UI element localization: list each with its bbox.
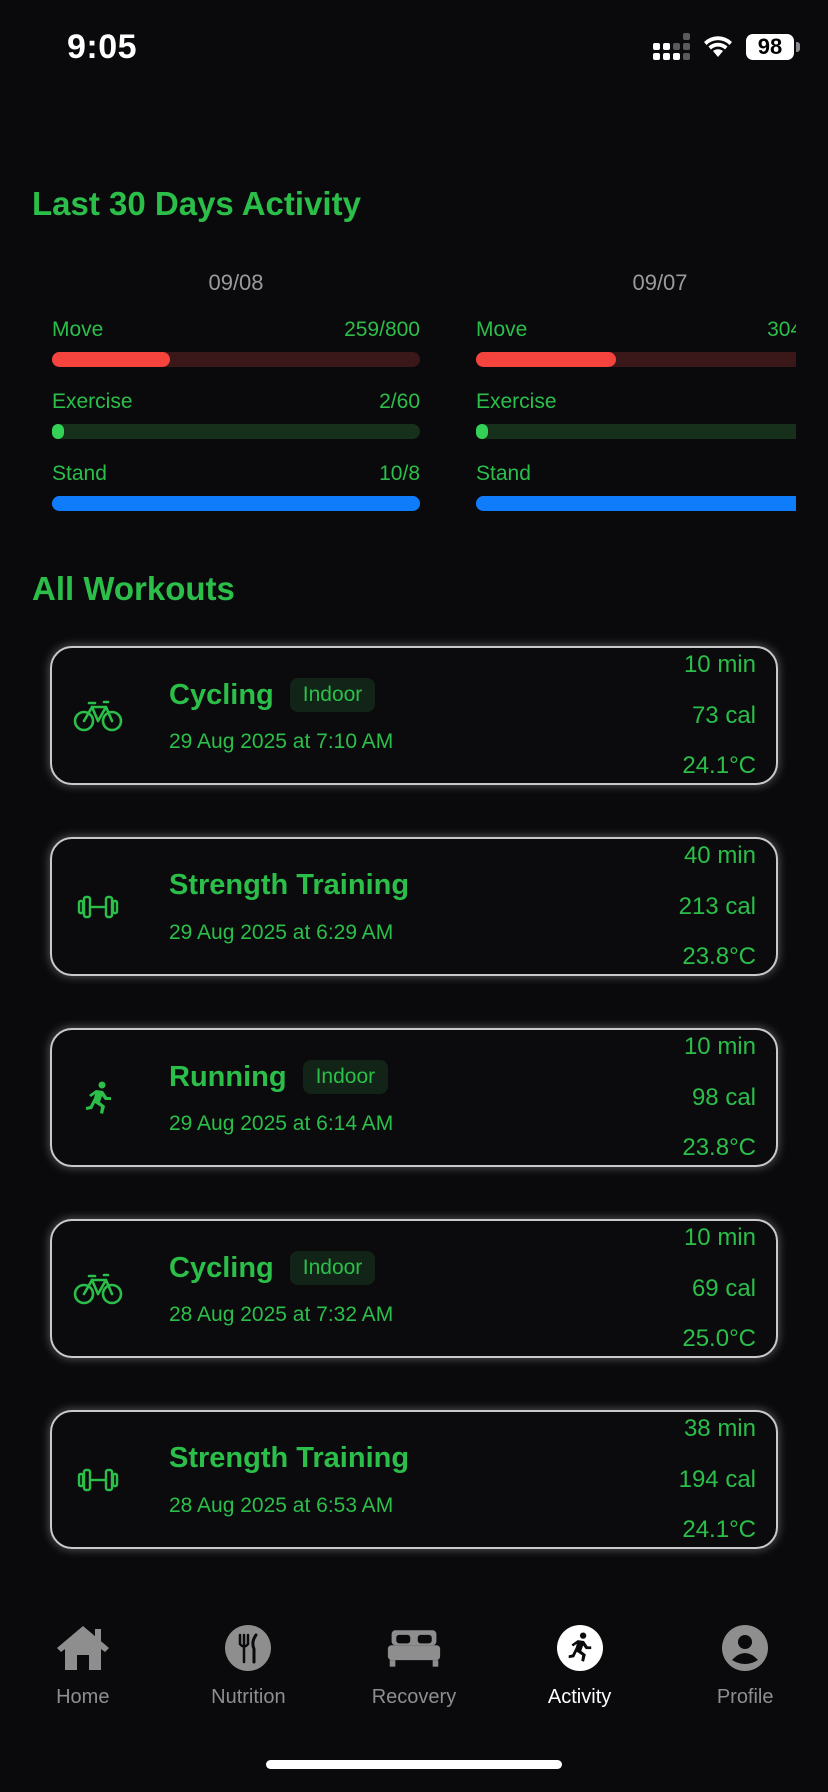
bicycle-icon [72,692,124,740]
workout-duration: 10 min [683,1224,756,1251]
bicycle-icon [72,1265,124,1313]
workout-calories: 73 cal [691,701,756,729]
workout-location-badge: Indoor [289,1251,376,1285]
status-time: 9:05 [67,28,138,66]
workout-location-badge: Indoor [302,1060,389,1094]
tab-activity[interactable]: Activity [497,1620,663,1730]
workout-date: 29 Aug 2025 at 7:10 AM [169,730,394,753]
move-progress-fill [52,352,170,367]
battery-indicator: 98 [746,34,800,60]
workout-location-badge: Indoor [289,678,376,712]
workout-calories: 69 cal [691,1274,756,1302]
person-icon [717,1620,773,1676]
metric-value: 10/8 [379,462,420,485]
workout-calories: 213 cal [678,892,756,920]
activity-screen: 9:05 98 Last 30 Days Activity 09/08 Move… [0,0,828,1792]
workout-duration: 38 min [683,1415,756,1442]
workout-temperature: 23.8°C [682,943,756,970]
workout-temperature: 24.1°C [682,752,756,779]
tab-label: Nutrition [211,1686,286,1708]
workouts-section-title: All Workouts [32,570,235,607]
stand-progress-track [476,496,796,511]
exercise-progress-fill [476,424,488,439]
workout-name: Cycling [169,678,274,711]
activity-section-title: Last 30 Days Activity [32,185,361,222]
exercise-progress-track [476,424,796,439]
status-icons: 98 [653,33,800,60]
stand-progress-fill [476,496,796,511]
tab-home[interactable]: Home [0,1620,166,1730]
workout-card[interactable]: Cycling Indoor 29 Aug 2025 at 7:10 AM 10… [50,646,778,785]
bed-icon [386,1620,442,1676]
workout-temperature: 25.0°C [682,1325,756,1352]
workout-name: Strength Training [169,1442,410,1474]
metric-stand: Stand 10/8 [52,462,420,511]
tab-profile[interactable]: Profile [662,1620,828,1730]
workout-calories: 98 cal [691,1083,756,1111]
running-icon [552,1620,608,1676]
workout-card[interactable]: Running Indoor 29 Aug 2025 at 6:14 AM 10… [50,1028,778,1167]
tab-nutrition[interactable]: Nutrition [166,1620,332,1730]
move-progress-track [476,352,796,367]
metric-exercise: Exercise [476,390,796,439]
tab-label: Home [56,1686,110,1708]
workout-date: 29 Aug 2025 at 6:14 AM [169,1112,394,1135]
dumbbell-icon [72,883,124,931]
stand-progress-fill [52,496,420,511]
workout-date: 29 Aug 2025 at 6:29 AM [169,921,394,944]
workout-temperature: 24.1°C [682,1516,756,1543]
fork-knife-icon [220,1620,276,1676]
activity-day-carousel[interactable]: 09/08 Move 259/800 Exercise 2/60 Stand 1… [0,270,796,530]
workout-date: 28 Aug 2025 at 6:53 AM [169,1494,394,1517]
day-date: 09/07 [632,270,688,295]
workout-name: Running [169,1060,287,1093]
workout-name: Strength Training [169,869,410,901]
metric-value: 259/800 [344,318,420,341]
dumbbell-icon [72,1456,124,1504]
activity-day-card[interactable]: 09/08 Move 259/800 Exercise 2/60 Stand 1… [52,270,420,530]
move-progress-fill [476,352,616,367]
metric-move: Move 304/ [476,318,796,367]
workout-card[interactable]: Cycling Indoor 28 Aug 2025 at 7:32 AM 10… [50,1219,778,1358]
metric-exercise: Exercise 2/60 [52,390,420,439]
home-indicator[interactable] [266,1760,562,1769]
workout-duration: 40 min [683,842,756,869]
workout-card[interactable]: Strength Training 29 Aug 2025 at 6:29 AM… [50,837,778,976]
metric-label: Stand [476,462,531,485]
stand-progress-track [52,496,420,511]
metric-move: Move 259/800 [52,318,420,367]
metric-stand: Stand [476,462,796,511]
cellular-signal-icon [653,33,690,60]
tab-label: Recovery [371,1686,457,1708]
activity-day-card[interactable]: 09/07 Move 304/ Exercise Stand [476,270,796,530]
metric-label: Move [476,318,528,341]
day-date: 09/08 [208,270,264,295]
tab-label: Profile [716,1686,774,1708]
metric-label: Stand [52,462,107,485]
workout-duration: 10 min [683,651,756,678]
house-icon [55,1620,111,1676]
wifi-icon [704,36,732,57]
workout-duration: 10 min [683,1033,756,1060]
workout-temperature: 23.8°C [682,1134,756,1161]
move-progress-track [52,352,420,367]
workout-card[interactable]: Strength Training 28 Aug 2025 at 6:53 AM… [50,1410,778,1549]
tab-label: Activity [547,1686,612,1708]
running-icon [72,1074,124,1122]
tab-bar: Home Nutrition Recovery Activity Profile [0,1620,828,1730]
metric-label: Exercise [52,390,133,413]
metric-label: Exercise [476,390,557,413]
metric-label: Move [52,318,104,341]
exercise-progress-fill [52,424,64,439]
workout-date: 28 Aug 2025 at 7:32 AM [169,1303,394,1326]
workout-name: Cycling [169,1251,274,1284]
tab-recovery[interactable]: Recovery [331,1620,497,1730]
metric-value: 304/ [767,318,796,341]
metric-value: 2/60 [379,390,420,413]
workout-calories: 194 cal [678,1465,756,1493]
exercise-progress-track [52,424,420,439]
